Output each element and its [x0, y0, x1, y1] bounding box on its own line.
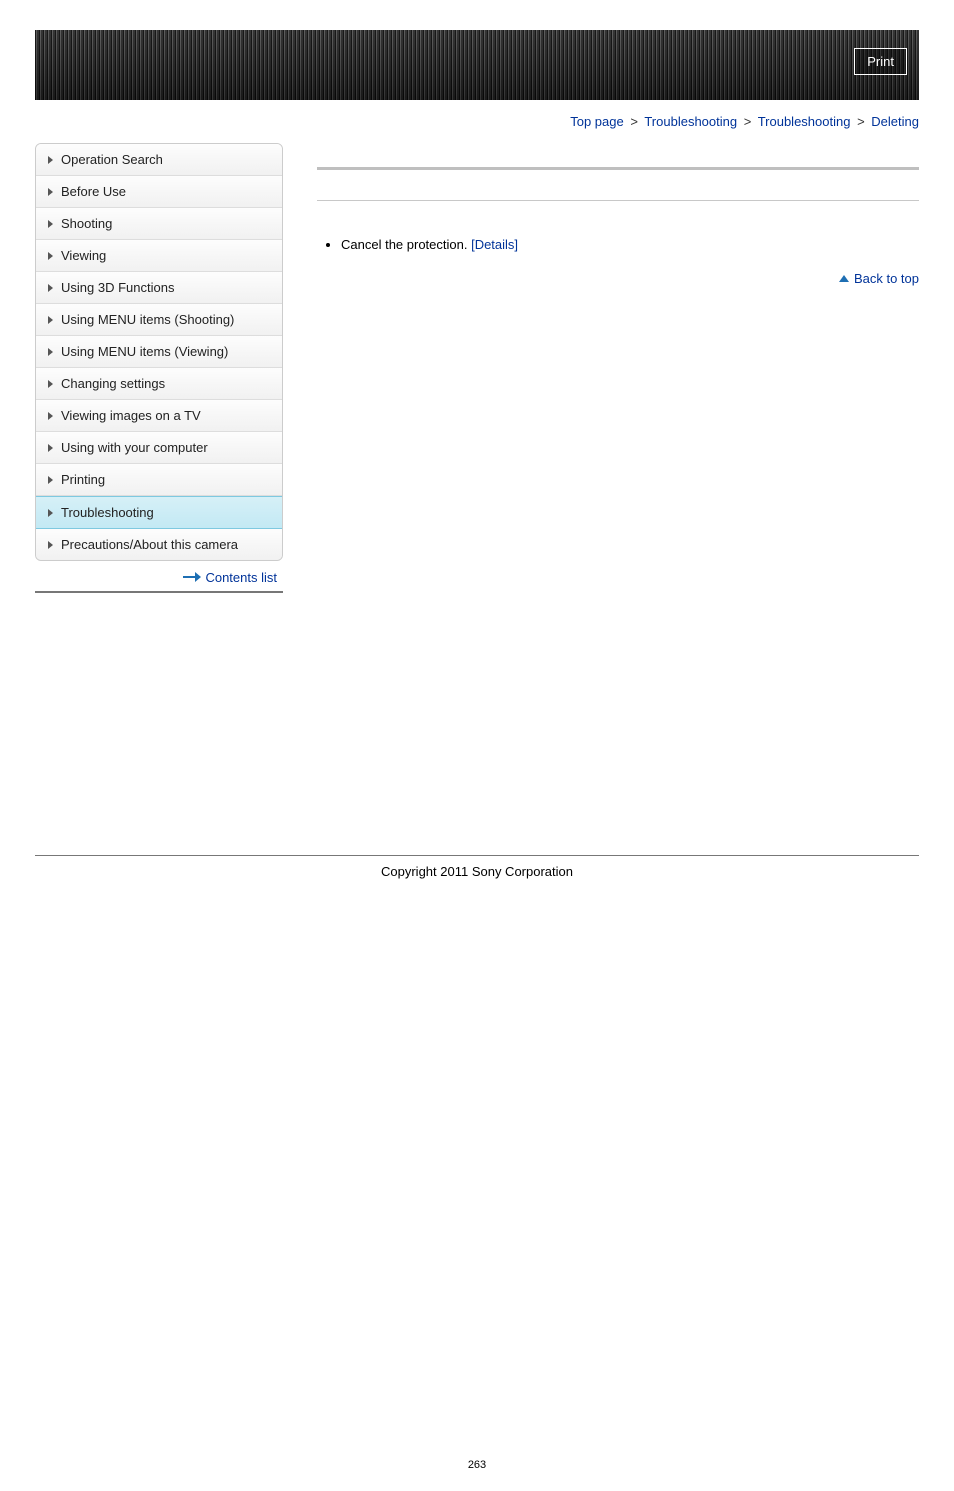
details-link[interactable]: [Details] [471, 237, 518, 252]
chevron-right-icon [48, 348, 53, 356]
divider-thick [317, 167, 919, 170]
chevron-right-icon [48, 541, 53, 549]
main-content: Cancel the protection. [Details] Back to… [283, 143, 919, 286]
sidebar-item-shooting[interactable]: Shooting [36, 208, 282, 240]
sidebar: Operation Search Before Use Shooting Vie… [35, 143, 283, 561]
sidebar-item-label: Using MENU items (Shooting) [61, 312, 234, 327]
sidebar-item-precautions[interactable]: Precautions/About this camera [36, 529, 282, 560]
breadcrumb-sep: > [744, 114, 752, 129]
sidebar-item-viewing-tv[interactable]: Viewing images on a TV [36, 400, 282, 432]
sidebar-item-label: Viewing images on a TV [61, 408, 201, 423]
sidebar-item-changing-settings[interactable]: Changing settings [36, 368, 282, 400]
contents-list-link[interactable]: Contents list [183, 570, 277, 585]
contents-list-label: Contents list [205, 570, 277, 585]
print-button[interactable]: Print [854, 48, 907, 75]
sidebar-item-menu-shooting[interactable]: Using MENU items (Shooting) [36, 304, 282, 336]
back-to-top-link[interactable]: Back to top [839, 271, 919, 286]
content-list-item: Cancel the protection. [Details] [341, 237, 919, 252]
chevron-right-icon [48, 156, 53, 164]
back-to-top: Back to top [317, 270, 919, 286]
sidebar-item-label: Troubleshooting [61, 505, 154, 520]
sidebar-item-before-use[interactable]: Before Use [36, 176, 282, 208]
sidebar-item-label: Changing settings [61, 376, 165, 391]
breadcrumb-sep: > [857, 114, 865, 129]
breadcrumb-link-troubleshooting-1[interactable]: Troubleshooting [644, 114, 737, 129]
sidebar-item-menu-viewing[interactable]: Using MENU items (Viewing) [36, 336, 282, 368]
chevron-right-icon [48, 412, 53, 420]
content-text: Cancel the protection. [341, 237, 471, 252]
sidebar-item-3d-functions[interactable]: Using 3D Functions [36, 272, 282, 304]
sidebar-item-label: Operation Search [61, 152, 163, 167]
chevron-right-icon [48, 444, 53, 452]
divider-thin [317, 200, 919, 201]
breadcrumb-link-troubleshooting-2[interactable]: Troubleshooting [758, 114, 851, 129]
chevron-right-icon [48, 188, 53, 196]
sidebar-item-printing[interactable]: Printing [36, 464, 282, 496]
sidebar-item-label: Using 3D Functions [61, 280, 174, 295]
sidebar-item-label: Shooting [61, 216, 112, 231]
sidebar-item-label: Printing [61, 472, 105, 487]
sidebar-item-using-computer[interactable]: Using with your computer [36, 432, 282, 464]
sidebar-item-operation-search[interactable]: Operation Search [36, 144, 282, 176]
page-number: 263 [35, 1459, 919, 1491]
copyright-text: Copyright 2011 Sony Corporation [35, 856, 919, 899]
chevron-right-icon [48, 509, 53, 517]
sidebar-item-label: Using MENU items (Viewing) [61, 344, 228, 359]
chevron-right-icon [48, 476, 53, 484]
breadcrumb-sep: > [630, 114, 638, 129]
chevron-right-icon [48, 220, 53, 228]
arrow-right-icon [183, 573, 201, 581]
back-to-top-label: Back to top [854, 271, 919, 286]
breadcrumb-link-top-page[interactable]: Top page [570, 114, 624, 129]
header-band: Print [35, 30, 919, 100]
sidebar-item-label: Using with your computer [61, 440, 208, 455]
sidebar-item-viewing[interactable]: Viewing [36, 240, 282, 272]
chevron-right-icon [48, 284, 53, 292]
sidebar-item-label: Before Use [61, 184, 126, 199]
chevron-right-icon [48, 380, 53, 388]
chevron-up-icon [839, 275, 849, 282]
breadcrumb: Top page > Troubleshooting > Troubleshoo… [35, 100, 919, 143]
breadcrumb-link-deleting[interactable]: Deleting [871, 114, 919, 129]
chevron-right-icon [48, 316, 53, 324]
sidebar-item-label: Precautions/About this camera [61, 537, 238, 552]
content-list: Cancel the protection. [Details] [317, 237, 919, 252]
sidebar-item-label: Viewing [61, 248, 106, 263]
sidebar-item-troubleshooting[interactable]: Troubleshooting [36, 496, 282, 529]
chevron-right-icon [48, 252, 53, 260]
contents-list-row: Contents list [35, 561, 283, 593]
